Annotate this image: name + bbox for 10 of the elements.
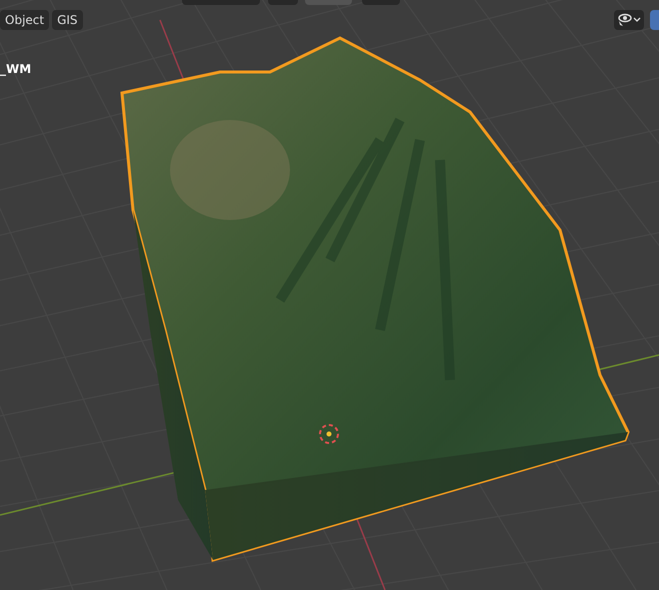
- 3d-cursor-icon: [319, 424, 339, 444]
- toolbar-widget[interactable]: [305, 0, 352, 5]
- object-name: _WM: [0, 61, 32, 78]
- header-menu-button[interactable]: GIS: [52, 10, 83, 30]
- header-menu-button[interactable]: Object: [0, 10, 50, 30]
- eye-pointer-icon: [616, 13, 642, 27]
- toolbar-widget[interactable]: [268, 0, 298, 5]
- visibility-dropdown[interactable]: [614, 10, 644, 30]
- toolbar-widget[interactable]: [362, 0, 400, 5]
- toolbar-widget[interactable]: [182, 0, 260, 5]
